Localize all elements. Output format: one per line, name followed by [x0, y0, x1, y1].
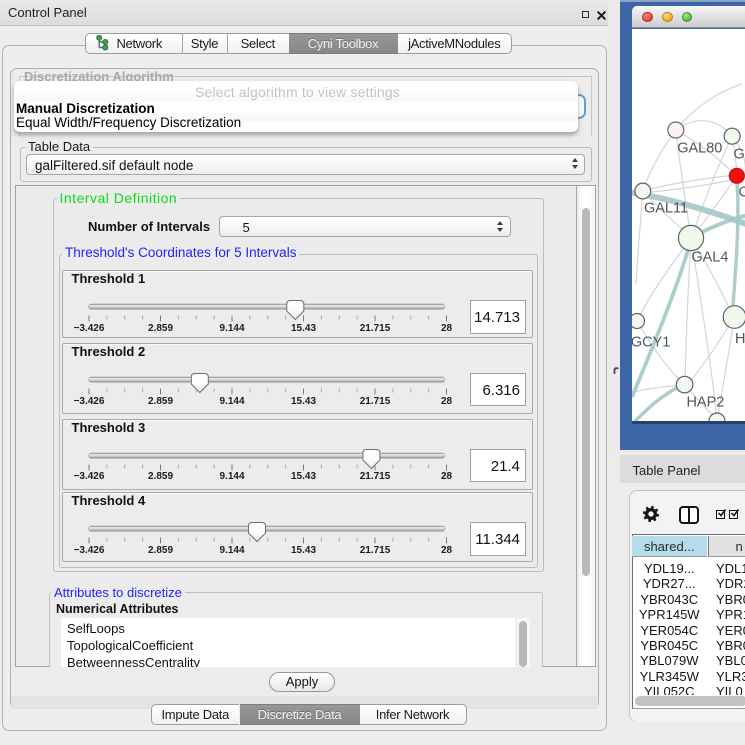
- svg-text:GAL80: GAL80: [677, 141, 722, 157]
- svg-text:GAL11: GAL11: [644, 201, 688, 217]
- svg-text:H: H: [735, 331, 745, 347]
- svg-text:HAP2: HAP2: [686, 395, 724, 411]
- svg-text:GAL4: GAL4: [691, 250, 728, 266]
- svg-text:G...: G...: [734, 147, 745, 163]
- svg-text:GCY1: GCY1: [632, 335, 670, 351]
- svg-text:C...: C...: [739, 185, 745, 201]
